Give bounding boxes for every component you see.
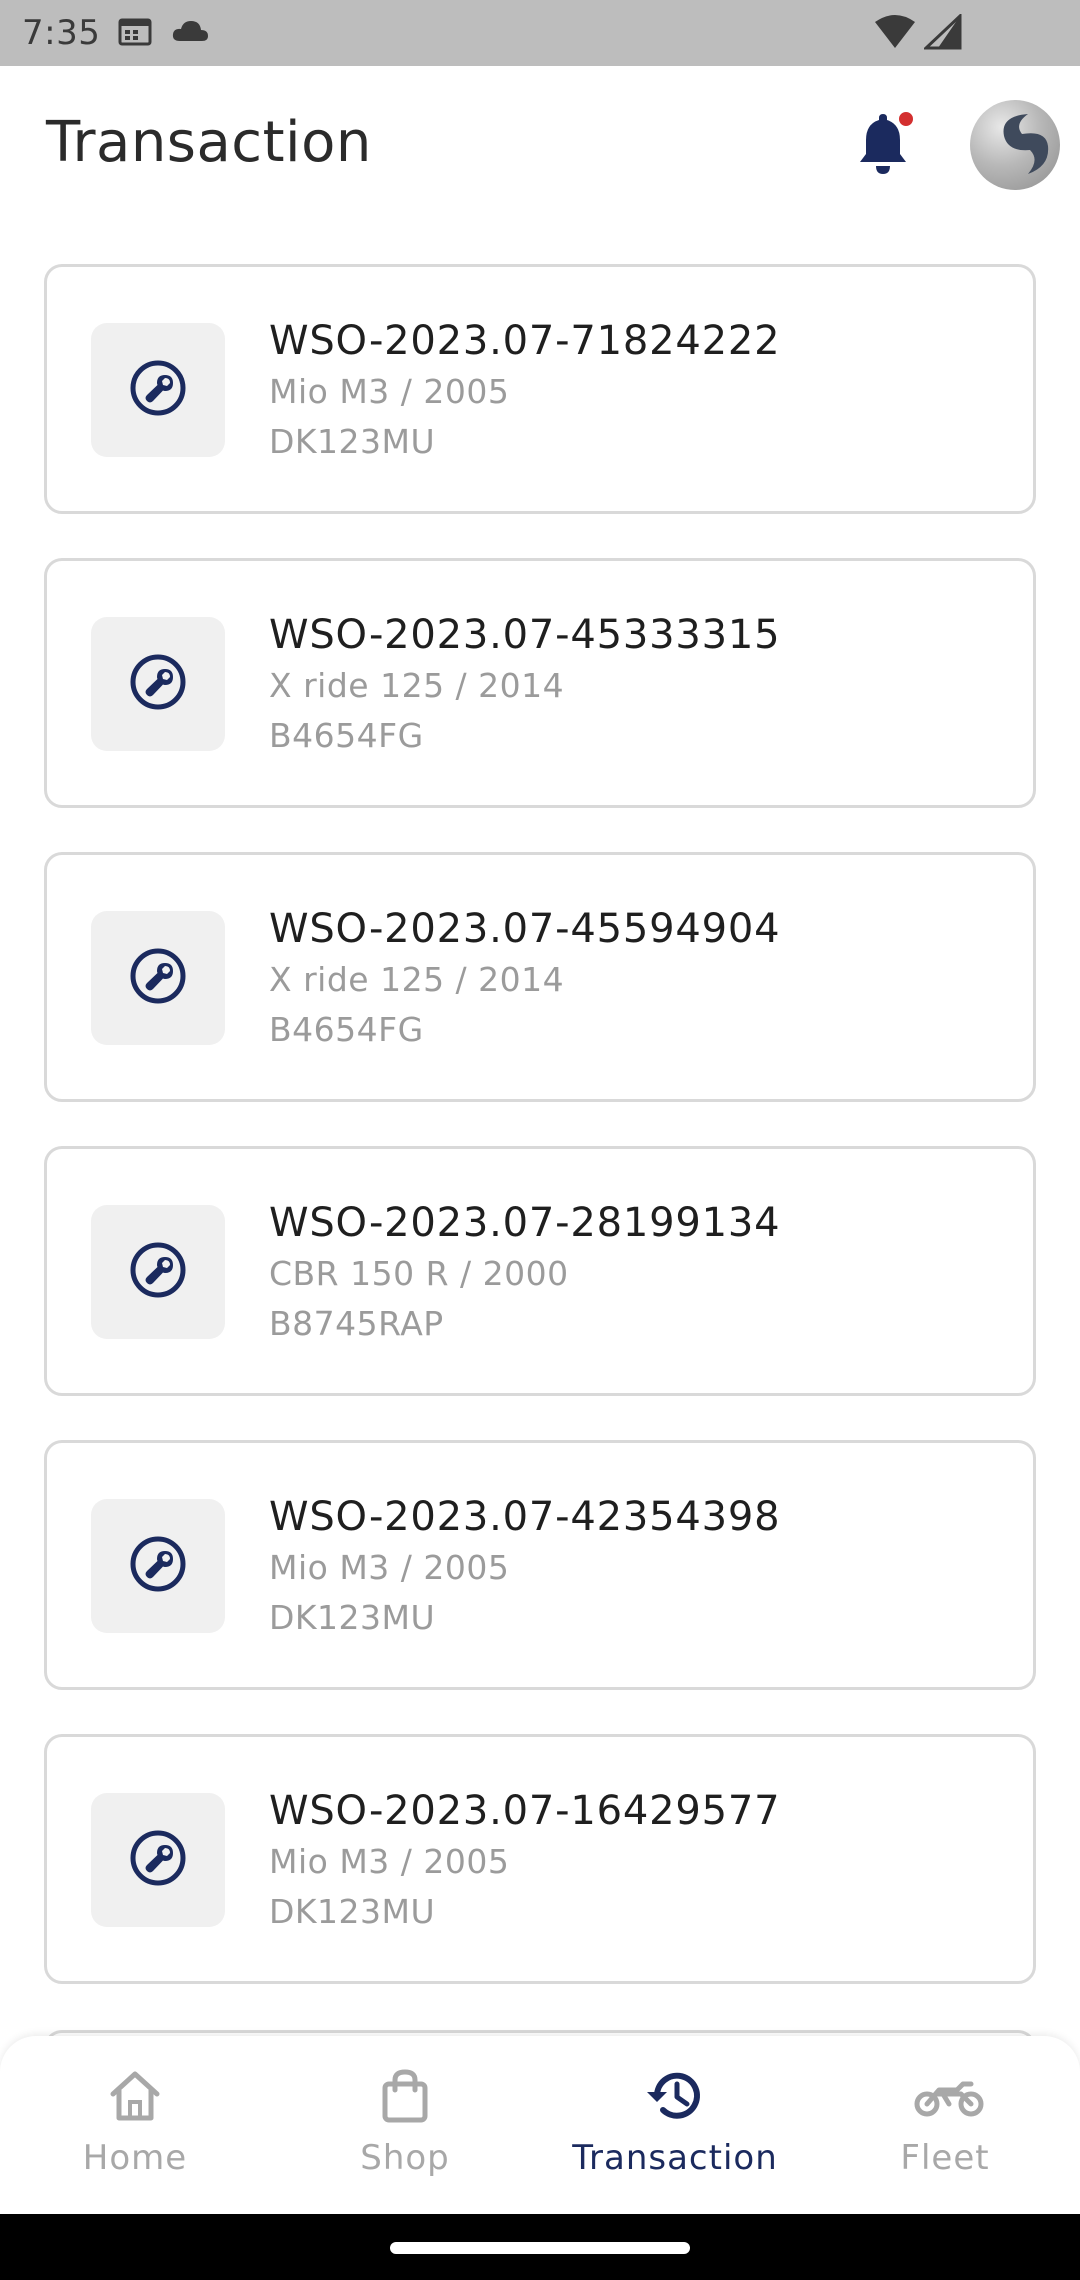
home-gesture-handle[interactable] (390, 2242, 690, 2254)
status-time: 7:35 (22, 13, 101, 53)
nav-item-shop[interactable]: Shop (270, 2036, 540, 2214)
service-icon-box (91, 1793, 225, 1927)
transaction-list: WSO-2023.07-71824222 Mio M3 / 2005 DK123… (44, 264, 1036, 2028)
transaction-id: WSO-2023.07-42354398 (269, 1494, 781, 1540)
nav-label: Transaction (572, 2138, 778, 2178)
avatar[interactable] (970, 100, 1060, 190)
nav-item-home[interactable]: Home (0, 2036, 270, 2214)
transaction-card[interactable]: WSO-2023.07-28199134 CBR 150 R / 2000 B8… (44, 1146, 1036, 1396)
transaction-id: WSO-2023.07-16429577 (269, 1788, 781, 1834)
notification-badge (897, 110, 915, 128)
service-icon-box (91, 1205, 225, 1339)
history-icon (643, 2064, 707, 2128)
transaction-id: WSO-2023.07-45594904 (269, 906, 781, 952)
service-icon-box (91, 911, 225, 1045)
vehicle-model: X ride 125 / 2014 (269, 666, 565, 705)
bottom-navigation: Home Shop Transaction Fleet (0, 2036, 1080, 2214)
license-plate: DK123MU (269, 422, 436, 461)
cellular-signal-icon (922, 12, 962, 54)
nav-label: Fleet (900, 2138, 990, 2178)
motorcycle-icon (913, 2064, 984, 2128)
home-icon (103, 2064, 167, 2128)
transaction-card[interactable]: WSO-2023.07-16429577 Mio M3 / 2005 DK123… (44, 1734, 1036, 1984)
transaction-id: WSO-2023.07-71824222 (269, 318, 781, 364)
vehicle-model: Mio M3 / 2005 (269, 1842, 510, 1881)
nav-item-fleet[interactable]: Fleet (810, 2036, 1080, 2214)
wrench-icon (129, 359, 187, 421)
transaction-id: WSO-2023.07-28199134 (269, 1200, 781, 1246)
wrench-icon (129, 947, 187, 1009)
vehicle-model: Mio M3 / 2005 (269, 1548, 510, 1587)
status-bar: 7:35 (0, 0, 1080, 66)
app-header: Transaction (0, 66, 1080, 216)
license-plate: B4654FG (269, 1010, 424, 1049)
wifi-icon (874, 14, 916, 54)
nav-label: Home (82, 2138, 188, 2178)
system-navigation-bar (0, 2214, 1080, 2280)
wrench-icon (129, 1535, 187, 1597)
transaction-id: WSO-2023.07-45333315 (269, 612, 781, 658)
license-plate: DK123MU (269, 1892, 436, 1931)
license-plate: DK123MU (269, 1598, 436, 1637)
transaction-card[interactable]: WSO-2023.07-42354398 Mio M3 / 2005 DK123… (44, 1440, 1036, 1690)
page-title: Transaction (46, 110, 372, 175)
calendar-icon (118, 16, 152, 50)
nav-label: Shop (360, 2138, 450, 2178)
wrench-icon (129, 653, 187, 715)
cloud-icon (170, 17, 210, 49)
wrench-icon (129, 1241, 187, 1303)
vehicle-model: Mio M3 / 2005 (269, 372, 510, 411)
license-plate: B4654FG (269, 716, 424, 755)
vehicle-model: X ride 125 / 2014 (269, 960, 565, 999)
shopping-bag-icon (373, 2064, 437, 2128)
vehicle-model: CBR 150 R / 2000 (269, 1254, 569, 1293)
service-icon-box (91, 1499, 225, 1633)
transaction-card[interactable]: WSO-2023.07-45333315 X ride 125 / 2014 B… (44, 558, 1036, 808)
nav-item-transaction[interactable]: Transaction (540, 2036, 810, 2214)
transaction-card[interactable]: WSO-2023.07-45594904 X ride 125 / 2014 B… (44, 852, 1036, 1102)
service-icon-box (91, 617, 225, 751)
wrench-icon (129, 1829, 187, 1891)
transaction-card[interactable]: WSO-2023.07-71824222 Mio M3 / 2005 DK123… (44, 264, 1036, 514)
service-icon-box (91, 323, 225, 457)
license-plate: B8745RAP (269, 1304, 444, 1343)
